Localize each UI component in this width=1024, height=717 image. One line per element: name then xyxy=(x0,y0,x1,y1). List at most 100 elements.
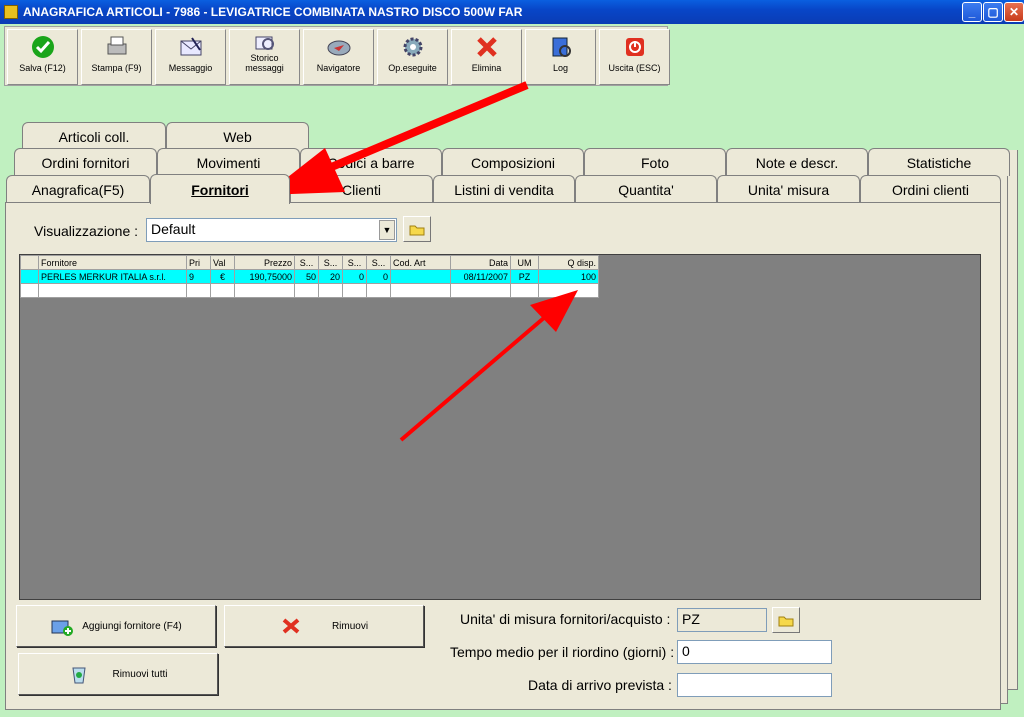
recycle-bin-icon xyxy=(72,667,87,684)
grid-cell xyxy=(390,283,451,298)
lead-time-field[interactable]: 0 xyxy=(677,640,832,664)
operations-done-button[interactable]: Op.eseguite xyxy=(377,29,448,85)
delete-icon xyxy=(474,34,500,60)
um-label: Unita' di misura fornitori/acquisto : xyxy=(460,611,671,627)
grid-cell: 0 xyxy=(342,269,367,284)
grid-cell xyxy=(510,283,539,298)
add-supplier-button[interactable]: Aggiungi fornitore (F4) xyxy=(16,605,216,647)
tab-ordini-fornitori[interactable]: Ordini fornitori xyxy=(14,148,157,176)
grid-cell xyxy=(450,283,511,298)
remove-all-button[interactable]: Rimuovi tutti xyxy=(18,653,218,695)
tab-fornitori[interactable]: Fornitori xyxy=(150,174,290,204)
table-row[interactable]: PERLES MERKUR ITALIA s.r.l. 9 € 190,7500… xyxy=(20,269,599,284)
um-folder-button[interactable] xyxy=(772,607,800,633)
tab-composizioni[interactable]: Composizioni xyxy=(442,148,584,176)
grid-cell xyxy=(38,283,187,298)
grid-cell xyxy=(186,283,211,298)
save-button[interactable]: Salva (F12) xyxy=(7,29,78,85)
grid-cell xyxy=(538,283,599,298)
printer-icon xyxy=(104,34,130,60)
grid-cell: 20 xyxy=(318,269,343,284)
row-selector[interactable] xyxy=(20,283,39,298)
tab-unita-misura[interactable]: Unita' misura xyxy=(717,175,860,203)
log-icon xyxy=(548,34,574,60)
tab-codici-a-barre[interactable]: Codici a barre xyxy=(300,148,442,176)
column-header[interactable]: Val xyxy=(210,255,235,270)
column-header[interactable]: Prezzo xyxy=(234,255,295,270)
suppliers-grid[interactable]: Fornitore Pri Val Prezzo S... S... S... … xyxy=(19,254,981,600)
column-header[interactable]: S... xyxy=(366,255,391,270)
remove-button[interactable]: Rimuovi xyxy=(224,605,424,647)
navigator-button[interactable]: Navigatore xyxy=(303,29,374,85)
window-title: ANAGRAFICA ARTICOLI - 7986 - LEVIGATRICE… xyxy=(23,5,523,19)
column-header[interactable]: Fornitore xyxy=(38,255,187,270)
grid-cell: PZ xyxy=(510,269,539,284)
close-button[interactable]: ✕ xyxy=(1004,2,1024,22)
tab-web[interactable]: Web xyxy=(166,122,309,150)
arrival-date-label: Data di arrivo prevista : xyxy=(528,677,672,693)
tab-movimenti[interactable]: Movimenti xyxy=(157,148,300,176)
tab-clienti[interactable]: Clienti xyxy=(290,175,433,203)
history-icon xyxy=(252,34,278,52)
folder-icon xyxy=(409,225,425,235)
row-selector-header xyxy=(20,255,39,270)
column-header[interactable]: S... xyxy=(318,255,343,270)
grid-cell xyxy=(234,283,295,298)
toolbar: Salva (F12) Stampa (F9) Messaggio Storic… xyxy=(4,26,670,86)
app-icon xyxy=(4,5,18,19)
table-row-empty[interactable] xyxy=(20,283,599,298)
message-history-button[interactable]: Storico messaggi xyxy=(229,29,300,85)
log-button[interactable]: Log xyxy=(525,29,596,85)
minimize-button[interactable]: _ xyxy=(962,2,982,22)
exit-button[interactable]: Uscita (ESC) xyxy=(599,29,670,85)
tab-foto[interactable]: Foto xyxy=(584,148,726,176)
grid-cell xyxy=(342,283,367,298)
view-select[interactable]: Default ▼ xyxy=(146,218,397,242)
suppliers-table: Fornitore Pri Val Prezzo S... S... S... … xyxy=(20,255,599,298)
grid-cell xyxy=(366,283,391,298)
column-header[interactable]: S... xyxy=(342,255,367,270)
tab-articoli-coll[interactable]: Articoli coll. xyxy=(22,122,166,150)
delete-button[interactable]: Elimina xyxy=(451,29,522,85)
arrival-date-field[interactable] xyxy=(677,673,832,697)
check-icon xyxy=(30,34,56,60)
grid-cell: 0 xyxy=(366,269,391,284)
column-header[interactable]: Q disp. xyxy=(538,255,599,270)
tab-note-descr[interactable]: Note e descr. xyxy=(726,148,868,176)
title-bar: ANAGRAFICA ARTICOLI - 7986 - LEVIGATRICE… xyxy=(0,0,1024,24)
grid-cell xyxy=(294,283,319,298)
delete-icon xyxy=(282,618,300,634)
column-header[interactable]: Pri xyxy=(186,255,211,270)
tab-anagrafica[interactable]: Anagrafica(F5) xyxy=(6,175,150,203)
tab-listini-di-vendita[interactable]: Listini di vendita xyxy=(433,175,575,203)
grid-cell xyxy=(318,283,343,298)
folder-icon xyxy=(778,616,794,626)
column-header[interactable]: S... xyxy=(294,255,319,270)
view-label: Visualizzazione : xyxy=(34,223,139,239)
row-selector[interactable] xyxy=(20,269,39,284)
lead-time-label: Tempo medio per il riordino (giorni) : xyxy=(450,644,675,660)
message-button[interactable]: Messaggio xyxy=(155,29,226,85)
column-header[interactable]: UM xyxy=(510,255,539,270)
tab-quantita[interactable]: Quantita' xyxy=(575,175,717,203)
print-button[interactable]: Stampa (F9) xyxy=(81,29,152,85)
column-header[interactable]: Cod. Art xyxy=(390,255,451,270)
gear-icon xyxy=(400,34,426,60)
add-supplier-icon xyxy=(51,620,74,636)
grid-cell: 190,75000 xyxy=(234,269,295,284)
exit-icon xyxy=(622,34,648,60)
grid-cell: PERLES MERKUR ITALIA s.r.l. xyxy=(38,269,187,284)
view-folder-button[interactable] xyxy=(403,216,431,242)
compass-icon xyxy=(326,34,352,60)
grid-cell: 50 xyxy=(294,269,319,284)
chevron-down-icon[interactable]: ▼ xyxy=(379,220,395,240)
column-header[interactable]: Data xyxy=(450,255,511,270)
grid-cell xyxy=(210,283,235,298)
grid-cell xyxy=(390,269,451,284)
grid-cell: € xyxy=(210,269,235,284)
grid-cell: 08/11/2007 xyxy=(450,269,511,284)
restore-button[interactable]: ▢ xyxy=(983,2,1003,22)
um-field[interactable]: PZ xyxy=(677,608,767,632)
tab-statistiche[interactable]: Statistiche xyxy=(868,148,1010,176)
tab-ordini-clienti[interactable]: Ordini clienti xyxy=(860,175,1001,203)
